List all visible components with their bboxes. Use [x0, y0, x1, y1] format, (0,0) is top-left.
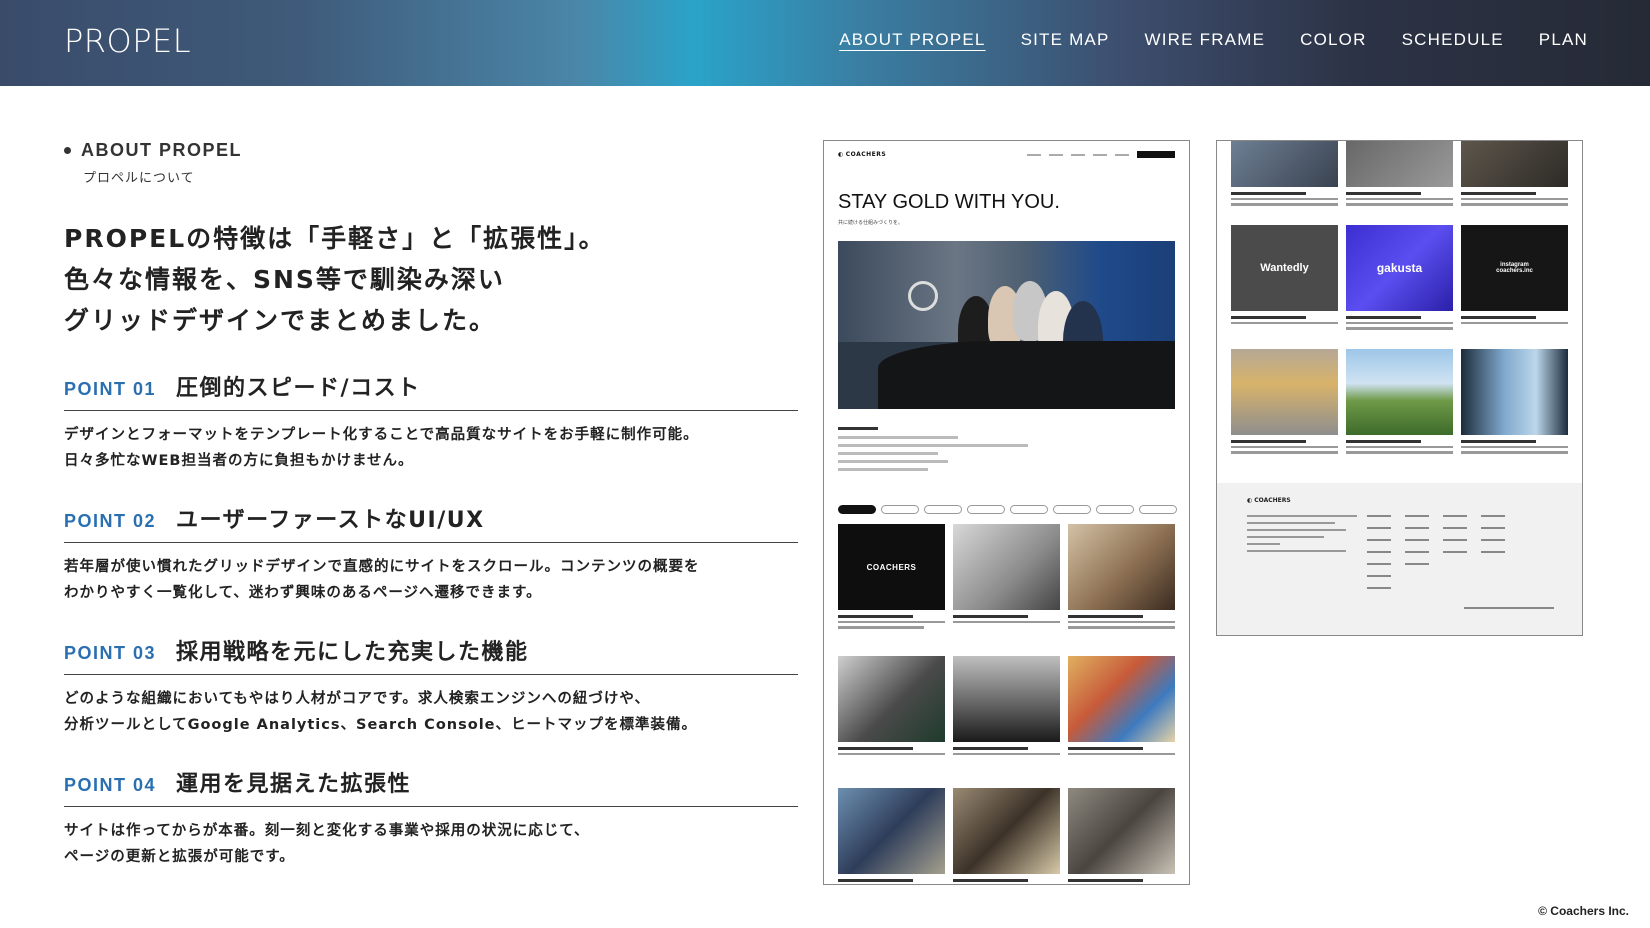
main-nav: ABOUT PROPEL SITE MAP WIRE FRAME COLOR S…: [839, 30, 1588, 50]
mockup-footer: COACHERS: [1217, 483, 1582, 635]
headline-line: PROPELの特徴は「手軽さ」と「拡張性」。: [64, 224, 606, 253]
mockup-card: [1068, 524, 1175, 656]
mockup-instagram-tile: instagram coachers.inc: [1496, 262, 1533, 274]
point-body-line: わかりやすく一覧化して、迷わず興味のあるページへ遷移できます。: [64, 585, 542, 601]
bullet-dot: [64, 147, 71, 154]
point-04: POINT 04 運用を見据えた拡張性 サイトは作ってからが本番。刻一刻と変化す…: [64, 766, 798, 870]
nav-plan[interactable]: PLAN: [1539, 30, 1588, 50]
mockup-card: [1068, 656, 1175, 788]
mockup-wantedly-tile: Wantedly: [1260, 262, 1309, 274]
point-02: POINT 02 ユーザーファーストなUI/UX 若年層が使い慣れたグリッドデザ…: [64, 502, 798, 606]
nav-site-map[interactable]: SITE MAP: [1021, 30, 1110, 50]
point-01: POINT 01 圧倒的スピード/コスト デザインとフォーマットをテンプレート化…: [64, 370, 798, 474]
point-body-line: 若年層が使い慣れたグリッドデザインで直感的にサイトをスクロール。コンテンツの概要…: [64, 559, 700, 575]
point-03: POINT 03 採用戦略を元にした充実した機能 どのような組織においてもやはり…: [64, 634, 798, 738]
mockup-footer-brand: COACHERS: [1247, 497, 1290, 504]
point-body-line: デザインとフォーマットをテンプレート化することで高品質なサイトをお手軽に制作可能…: [64, 427, 699, 443]
mockup-card: [838, 788, 945, 884]
mockup-brand-tile: COACHERS: [866, 562, 917, 572]
point-title: 採用戦略を元にした充実した機能: [176, 640, 529, 665]
point-title: 運用を見据えた拡張性: [176, 772, 412, 797]
mockup-card: [1346, 349, 1453, 473]
mockup-card: [953, 656, 1060, 788]
mockup-filter-chips: [838, 505, 1177, 514]
point-body-line: 日々多忙なWEB担当者の方に負担もかけません。: [64, 453, 414, 469]
mockup-news: [838, 427, 1038, 476]
point-header: POINT 04 運用を見据えた拡張性: [64, 766, 798, 807]
point-body-line: どのような組織においてもやはり人材がコアです。求人検索エンジンへの紐づけや、: [64, 691, 650, 707]
point-body-line: 分析ツールとしてGoogle Analytics、Search Console、…: [64, 717, 698, 733]
logo[interactable]: PROPEL: [64, 22, 191, 60]
mockup-card: COACHERS: [838, 524, 945, 656]
mockup-card-grid: Wantedly gakusta instagram coachers.inc: [1231, 141, 1568, 473]
headline-line: 色々な情報を、SNS等で馴染み深い: [64, 265, 505, 294]
nav-schedule[interactable]: SCHEDULE: [1402, 30, 1504, 50]
point-title: ユーザーファーストなUI/UX: [176, 508, 485, 533]
point-header: POINT 01 圧倒的スピード/コスト: [64, 370, 798, 411]
headline: PROPELの特徴は「手軽さ」と「拡張性」。 色々な情報を、SNS等で馴染み深い…: [64, 218, 784, 341]
mockup-card: instagram coachers.inc: [1461, 225, 1568, 349]
site-mockup-scrolled: Wantedly gakusta instagram coachers.inc …: [1216, 140, 1583, 636]
section-label-en: ABOUT PROPEL: [81, 140, 243, 160]
section-label: ABOUT PROPEL: [64, 140, 242, 161]
point-body: どのような組織においてもやはり人材がコアです。求人検索エンジンへの紐づけや、 分…: [64, 686, 798, 738]
point-body: デザインとフォーマットをテンプレート化することで高品質なサイトをお手軽に制作可能…: [64, 422, 798, 474]
nav-color[interactable]: COLOR: [1300, 30, 1366, 50]
mockup-card: [953, 788, 1060, 884]
mockup-card: [1231, 141, 1338, 225]
mockup-card: [953, 524, 1060, 656]
point-number: POINT 01: [64, 379, 157, 399]
mockup-hero-subtitle: 共に続ける仕組みづくりを。: [838, 220, 904, 226]
mockup-hero-photo: [838, 241, 1175, 409]
mockup-card: gakusta: [1346, 225, 1453, 349]
top-header: PROPEL ABOUT PROPEL SITE MAP WIRE FRAME …: [0, 0, 1650, 86]
mockup-gakusta-tile: gakusta: [1376, 261, 1423, 275]
mockup-card: [1068, 788, 1175, 884]
point-title: 圧倒的スピード/コスト: [176, 376, 421, 401]
nav-about-propel[interactable]: ABOUT PROPEL: [839, 30, 985, 50]
mockup-menu: [1027, 150, 1175, 158]
point-number: POINT 04: [64, 775, 157, 795]
point-body: サイトは作ってからが本番。刻一刻と変化する事業や採用の状況に応じて、 ページの更…: [64, 818, 798, 870]
mockup-header: COACHERS: [838, 148, 1175, 160]
headline-line: グリッドデザインでまとめました。: [64, 306, 497, 335]
mockup-card: [1231, 349, 1338, 473]
mockup-card: [1346, 141, 1453, 225]
site-mockup-top: COACHERS STAY GOLD WITH YOU. 共に続ける仕組みづくり…: [823, 140, 1190, 885]
mockup-card: [838, 656, 945, 788]
point-header: POINT 02 ユーザーファーストなUI/UX: [64, 502, 798, 543]
point-body: 若年層が使い慣れたグリッドデザインで直感的にサイトをスクロール。コンテンツの概要…: [64, 554, 798, 606]
mockup-card-grid: COACHERS: [838, 524, 1175, 884]
copyright: © Coachers Inc.: [1538, 904, 1629, 918]
mockup-card: [1461, 141, 1568, 225]
point-body-line: サイトは作ってからが本番。刻一刻と変化する事業や採用の状況に応じて、: [64, 823, 590, 839]
nav-wire-frame[interactable]: WIRE FRAME: [1145, 30, 1266, 50]
point-body-line: ページの更新と拡張が可能です。: [64, 849, 295, 865]
mockup-brand: COACHERS: [838, 151, 886, 158]
point-number: POINT 03: [64, 643, 157, 663]
mockup-card: [1461, 349, 1568, 473]
mockup-hero-title: STAY GOLD WITH YOU.: [838, 191, 1060, 213]
point-header: POINT 03 採用戦略を元にした充実した機能: [64, 634, 798, 675]
mockup-card: Wantedly: [1231, 225, 1338, 349]
point-number: POINT 02: [64, 511, 157, 531]
section-label-ja: プロペルについて: [83, 171, 195, 186]
